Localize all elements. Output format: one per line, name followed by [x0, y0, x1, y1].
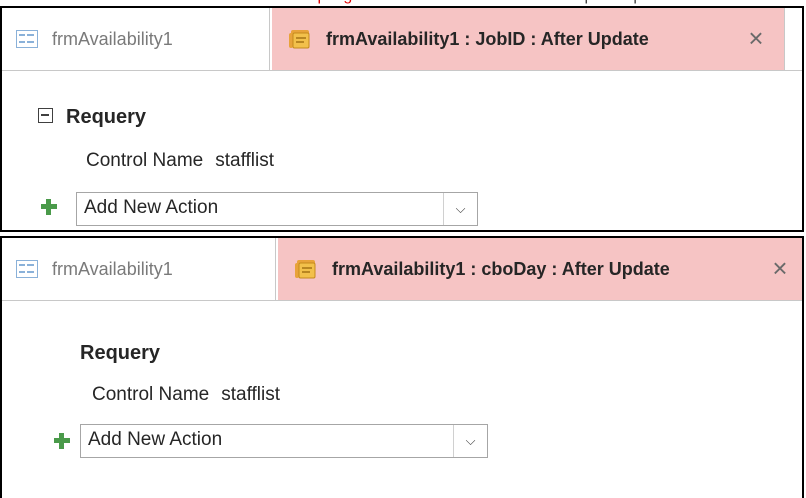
form-object-icon — [16, 260, 38, 278]
ribbon-clipped-text-2: rrupting — [298, 0, 352, 5]
add-plus-icon — [53, 432, 71, 450]
close-icon[interactable]: × — [744, 25, 768, 51]
add-plus-icon — [40, 198, 58, 216]
tab-macro-cboday-afterupdate[interactable]: frmAvailability1 : cboDay : After Update… — [278, 238, 802, 300]
add-new-action-combobox[interactable]: Add New Action ⌵ — [76, 192, 478, 226]
argument-label: Control Name — [86, 150, 204, 171]
document-tabstrip: frmAvailability1 frmAvailability1 : JobI… — [2, 8, 802, 71]
collapse-minus-icon[interactable] — [38, 108, 53, 123]
tab-label: frmAvailability1 — [52, 258, 173, 279]
form-object-icon — [16, 30, 38, 48]
macro-editor-comparison: Tools rrupting Collapse/Expand frmAvaila… — [0, 0, 806, 498]
document-tabstrip: frmAvailability1 frmAvailability1 : cboD… — [2, 238, 802, 301]
tab-form-frmavailability1[interactable]: frmAvailability1 — [2, 8, 270, 70]
ribbon-clipped-text-1: Tools — [150, 0, 187, 5]
close-icon[interactable]: × — [768, 255, 792, 281]
chevron-down-icon[interactable]: ⌵ — [453, 425, 487, 457]
tabstrip-right-edge — [784, 8, 802, 70]
chevron-down-icon[interactable]: ⌵ — [443, 193, 477, 225]
combobox-value: Add New Action — [88, 429, 223, 450]
tab-form-frmavailability1[interactable]: frmAvailability1 — [2, 238, 276, 300]
macro-panel-jobid: frmAvailability1 frmAvailability1 : JobI… — [0, 6, 804, 232]
tab-label: frmAvailability1 — [52, 28, 173, 49]
action-argument-row: Control Name stafflist — [92, 384, 280, 406]
argument-value[interactable]: stafflist — [215, 150, 274, 171]
macro-scroll-icon — [289, 30, 310, 49]
argument-label: Control Name — [92, 384, 210, 405]
tab-label: frmAvailability1 : cboDay : After Update — [332, 258, 670, 279]
tab-label: frmAvailability1 : JobID : After Update — [326, 28, 649, 49]
tab-macro-jobid-afterupdate[interactable]: frmAvailability1 : JobID : After Update … — [272, 8, 784, 70]
macro-panel-cboday: frmAvailability1 frmAvailability1 : cboD… — [0, 236, 804, 498]
argument-value[interactable]: stafflist — [221, 384, 280, 405]
action-argument-row: Control Name stafflist — [86, 150, 274, 172]
combobox-value: Add New Action — [84, 197, 219, 218]
macro-scroll-icon — [295, 260, 316, 279]
add-new-action-combobox[interactable]: Add New Action ⌵ — [80, 424, 488, 458]
ribbon-clipped-text-3: Collapse/Expand — [548, 0, 669, 5]
action-name-requery[interactable]: Requery — [80, 342, 160, 365]
action-name-requery[interactable]: Requery — [66, 106, 146, 129]
